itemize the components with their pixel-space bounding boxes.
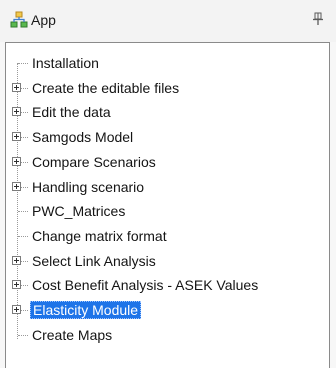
tree-item[interactable]: Handling scenario <box>0 176 336 198</box>
expand-plus-icon[interactable] <box>12 181 21 191</box>
expand-plus-icon[interactable] <box>12 82 21 92</box>
tree-item[interactable]: Samgods Model <box>0 126 336 148</box>
tree-item-label[interactable]: Elasticity Module <box>30 301 142 319</box>
app-hierarchy-icon <box>10 11 28 28</box>
tree-branch-line <box>18 334 28 336</box>
tree-item[interactable]: Elasticity Module <box>0 299 336 321</box>
tree-item-label[interactable]: Compare Scenarios <box>30 153 158 171</box>
expand-plus-icon[interactable] <box>12 305 21 314</box>
panel-titlebar: App <box>0 0 336 42</box>
expand-plus-icon[interactable] <box>12 255 21 265</box>
tree-item[interactable]: PWC_Matrices <box>0 200 336 222</box>
tree-item[interactable]: Edit the data <box>0 101 336 123</box>
tree-item[interactable]: Cost Benefit Analysis - ASEK Values <box>0 274 336 296</box>
tree-item-label[interactable]: Create Maps <box>30 326 114 344</box>
tree-item[interactable]: Create Maps <box>0 324 336 346</box>
tree-item-label[interactable]: Samgods Model <box>30 128 135 146</box>
app-panel: App Installation Create the editable file… <box>0 0 336 368</box>
tree-item-label[interactable]: PWC_Matrices <box>30 202 127 220</box>
tree-item[interactable]: Create the editable files <box>0 77 336 99</box>
tree-item[interactable]: Change matrix format <box>0 225 336 247</box>
expand-plus-icon[interactable] <box>12 156 21 166</box>
tree-item-label[interactable]: Cost Benefit Analysis - ASEK Values <box>30 276 260 294</box>
tree-branch-line <box>18 63 28 64</box>
expand-plus-icon[interactable] <box>12 280 21 290</box>
tree-item-label[interactable]: Select Link Analysis <box>30 252 158 270</box>
tree-item[interactable]: Select Link Analysis <box>0 250 336 272</box>
pin-icon[interactable] <box>312 12 324 26</box>
tree-branch-line <box>18 235 28 237</box>
tree-branch-line <box>18 211 28 213</box>
tree-item-label[interactable]: Installation <box>30 54 101 72</box>
tree-item[interactable]: Installation <box>0 52 336 74</box>
tree-item-label[interactable]: Handling scenario <box>30 178 146 196</box>
tree-item[interactable]: Compare Scenarios <box>0 151 336 173</box>
tree-item-label[interactable]: Create the editable files <box>30 79 181 97</box>
expand-plus-icon[interactable] <box>12 132 21 142</box>
expand-plus-icon[interactable] <box>12 107 21 117</box>
tree-item-label[interactable]: Change matrix format <box>30 227 169 245</box>
tree-item-label[interactable]: Edit the data <box>30 103 113 121</box>
panel-title: App <box>31 12 56 28</box>
